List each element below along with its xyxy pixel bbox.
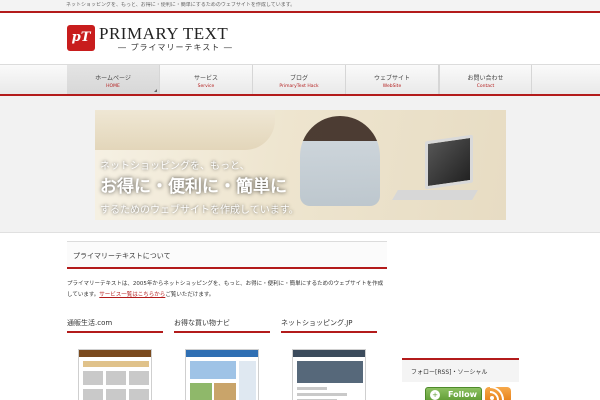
hero-line-2: お得に・便利に・簡単に: [100, 177, 287, 197]
nav-item-contact[interactable]: お問い合わせ Contact: [439, 65, 532, 94]
nav-sublabel: HOME: [106, 84, 120, 89]
hero-line-3: するためのウェブサイトを作成しています。: [100, 205, 299, 216]
thumb-block: [214, 383, 236, 400]
section-header: プライマリーテキストについて: [67, 241, 387, 269]
nav-item-home[interactable]: ホームページ HOME: [67, 65, 160, 94]
site-card[interactable]: 通販生活.com: [67, 318, 163, 400]
thumb-block: [129, 389, 149, 400]
thumb-block: [190, 361, 236, 379]
thumb-header: [293, 350, 365, 357]
thumb-block: [106, 389, 126, 400]
top-info-text: ネットショッピングを、もっと、お得に・便利に・簡単にするためのウェブサイトを作成…: [66, 2, 296, 8]
site-thumbnail[interactable]: [78, 349, 152, 400]
hero-laptop-base: [392, 190, 478, 200]
services-link[interactable]: サービス一覧はこちらから: [99, 292, 165, 298]
follow-label: Follow: [448, 390, 478, 399]
nav-sublabel: Service: [197, 84, 215, 89]
top-info-bar: ネットショッピングを、もっと、お得に・便利に・簡単にするためのウェブサイトを作成…: [0, 0, 600, 13]
nav-sublabel: WebSite: [382, 84, 402, 89]
nav-label: サービス: [193, 75, 218, 82]
thumb-block: [106, 371, 126, 385]
thumb-block: [297, 387, 327, 390]
social-widget-header: フォロー[RSS]・ソーシャル: [402, 358, 519, 382]
site-subtitle: ― プライマリーテキスト ―: [118, 43, 233, 52]
thumb-block: [239, 361, 256, 400]
active-corner-icon: [154, 89, 157, 92]
hero-band: ネットショッピングを、もっと、 お得に・便利に・簡単に するためのウェブサイトを…: [0, 96, 600, 233]
intro-tail: ご覧いただけます。: [165, 292, 215, 298]
hero-sofa-shape: [95, 110, 275, 150]
nav-item-website[interactable]: ウェブサイト WebSite: [346, 65, 439, 94]
plus-icon: +: [430, 390, 440, 400]
nav-sublabel: PrimaryText Hack: [279, 84, 319, 89]
thumb-header: [79, 350, 151, 357]
nav-label: ホームページ: [95, 75, 131, 82]
hero-person-shape: [300, 116, 380, 206]
thumb-block: [83, 361, 149, 367]
nav-label: ブログ: [289, 75, 308, 82]
intro-paragraph: プライマリーテキストは、2005年からネットショッピングを、もっと、お得に・便利…: [67, 279, 387, 301]
site-thumbnail[interactable]: [185, 349, 259, 400]
hero-line-1: ネットショッピングを、もっと、: [100, 161, 250, 172]
nav-item-blog[interactable]: ブログ PrimaryText Hack: [253, 65, 346, 94]
site-title[interactable]: PRIMARY TEXT: [99, 24, 228, 44]
site-card[interactable]: ネットショッピング.JP: [281, 318, 377, 400]
site-header: pT PRIMARY TEXT ― プライマリーテキスト ―: [0, 15, 600, 65]
thumb-block: [297, 393, 347, 396]
thumb-block: [83, 371, 103, 385]
hero-banner[interactable]: ネットショッピングを、もっと、 お得に・便利に・簡単に するためのウェブサイトを…: [95, 110, 506, 220]
widget-title: フォロー[RSS]・ソーシャル: [411, 369, 488, 376]
rss-icon[interactable]: [485, 386, 511, 400]
site-card-title[interactable]: お得な買い物ナビ: [174, 318, 270, 333]
main-nav: ホームページ HOME サービス Service ブログ PrimaryText…: [0, 64, 600, 96]
thumb-block: [190, 383, 212, 400]
rss-dot: [490, 396, 494, 400]
nav-label: ウェブサイト: [373, 75, 410, 82]
nav-sublabel: Contact: [476, 84, 495, 89]
site-thumbnail[interactable]: [292, 349, 366, 400]
thumb-block: [297, 361, 363, 383]
thumb-block: [129, 371, 149, 385]
site-card-title[interactable]: 通販生活.com: [67, 318, 163, 333]
laptop-icon: [425, 134, 473, 190]
section-title: プライマリーテキストについて: [73, 252, 171, 260]
site-card-title[interactable]: ネットショッピング.JP: [281, 318, 377, 333]
site-card[interactable]: お得な買い物ナビ: [174, 318, 270, 400]
thumb-header: [186, 350, 258, 357]
nav-label: お問い合わせ: [467, 75, 504, 82]
thumb-block: [83, 389, 103, 400]
logo-mark[interactable]: pT: [67, 25, 95, 51]
nav-item-service[interactable]: サービス Service: [160, 65, 253, 94]
page: ネットショッピングを、もっと、お得に・便利に・簡単にするためのウェブサイトを作成…: [0, 0, 600, 400]
follow-button[interactable]: + Follow: [425, 387, 482, 400]
